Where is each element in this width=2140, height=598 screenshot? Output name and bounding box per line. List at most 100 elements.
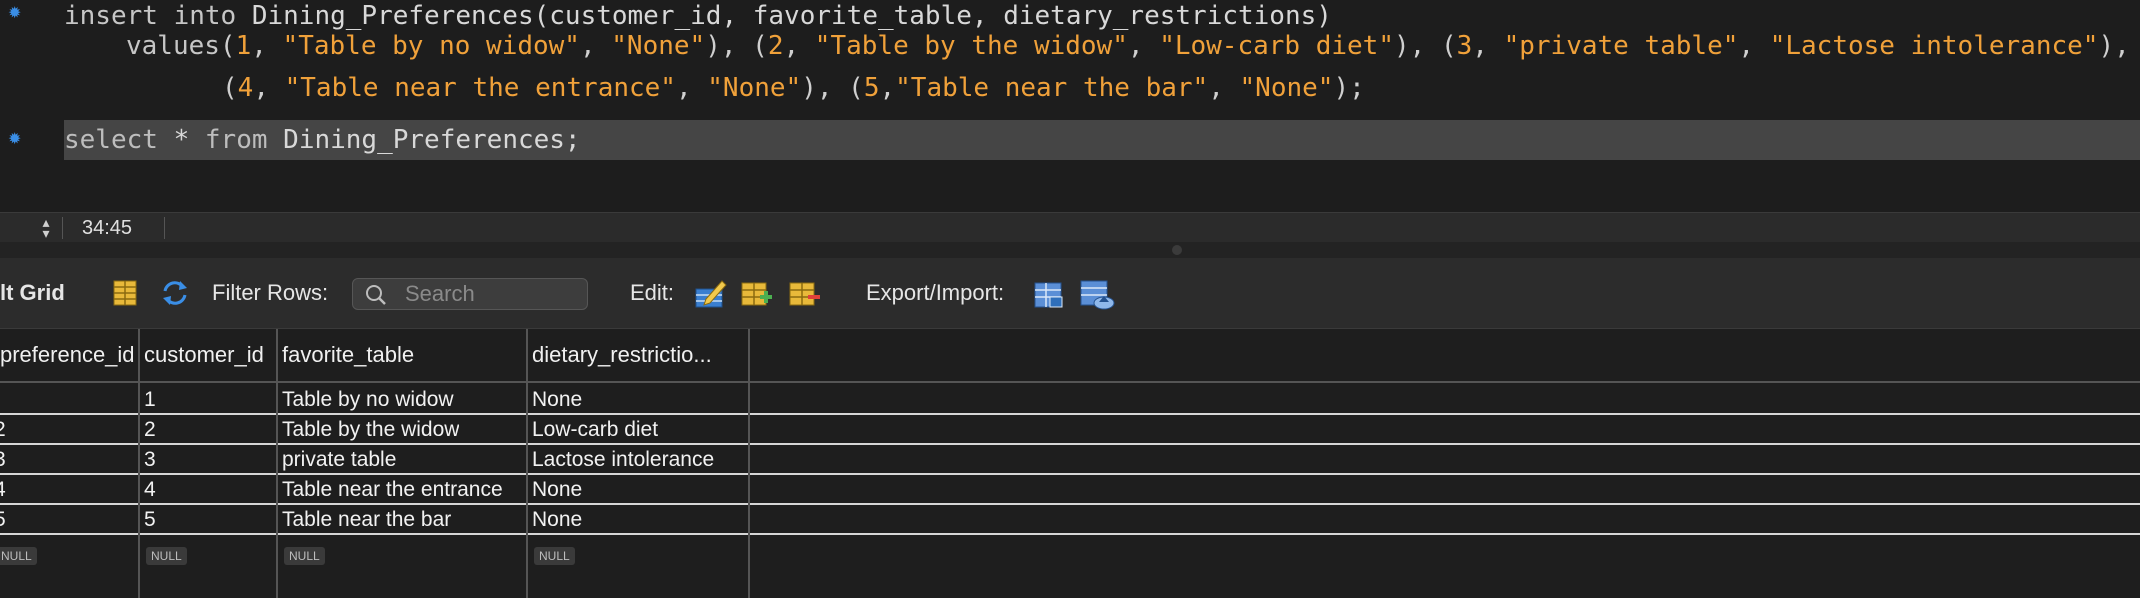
- column-header-preference-id[interactable]: preference_id: [0, 329, 136, 381]
- cell-favorite-table[interactable]: private table: [282, 445, 396, 473]
- search-input[interactable]: [403, 280, 583, 308]
- editor-status-bar: ▴ ▾ 34:45: [0, 212, 2140, 243]
- search-icon: [365, 284, 387, 306]
- code-keyword: values: [126, 31, 220, 61]
- cell-customer-id[interactable]: 2: [144, 415, 156, 443]
- column-header-customer-id[interactable]: customer_id: [144, 329, 274, 381]
- statement-marker-icon: ✹: [8, 5, 22, 22]
- null-badge: NULL: [0, 547, 37, 565]
- delete-row-icon[interactable]: [788, 279, 820, 307]
- code-punc: ),: [1394, 31, 1441, 61]
- cell-dietary-restrictions[interactable]: Low-carb diet: [532, 415, 658, 443]
- header-divider: [0, 381, 2140, 383]
- code-string: "None": [707, 73, 802, 103]
- filter-search-box[interactable]: [352, 278, 588, 310]
- cell-favorite-table[interactable]: Table near the entrance: [282, 475, 503, 503]
- table-row[interactable]: 2 2 Table by the widow Low-carb diet: [0, 415, 2140, 445]
- result-grid-tab[interactable]: lt Grid: [0, 258, 65, 328]
- code-string: "private table": [1503, 31, 1739, 61]
- code-line-3[interactable]: (4, "Table near the entrance", "None"), …: [222, 68, 1365, 108]
- code-number: 3: [1456, 31, 1473, 61]
- code-punc: ,: [675, 73, 708, 103]
- code-string: "Table near the bar": [895, 73, 1209, 103]
- refresh-icon[interactable]: [160, 279, 190, 307]
- code-punc: ,: [251, 31, 283, 61]
- code-punc: (: [222, 73, 238, 103]
- column-header-favorite-table[interactable]: favorite_table: [282, 329, 522, 381]
- null-badge: NULL: [284, 547, 325, 565]
- cell-favorite-table[interactable]: Table by no widow: [282, 385, 454, 413]
- column-divider: [276, 329, 278, 598]
- code-punc: ,: [1208, 73, 1240, 103]
- status-divider: [62, 217, 63, 239]
- result-grid[interactable]: preference_id customer_id favorite_table…: [0, 329, 2140, 598]
- edit-label: Edit:: [630, 280, 675, 305]
- cell-dietary-restrictions[interactable]: None: [532, 475, 582, 503]
- code-punc: ,: [253, 73, 285, 103]
- add-row-icon[interactable]: [740, 279, 772, 307]
- code-punc: ),: [801, 73, 849, 103]
- filter-rows-label: Filter Rows:: [212, 280, 329, 305]
- code-string: "Low-carb diet": [1159, 31, 1394, 61]
- code-string: "Table by the widow": [814, 31, 1128, 61]
- cursor-position: 34:45: [82, 217, 133, 239]
- code-punc: (: [1440, 31, 1457, 61]
- null-badge: NULL: [534, 547, 575, 565]
- column-header-dietary-restrictions[interactable]: dietary_restrictio...: [532, 329, 742, 381]
- code-punc: ,: [1127, 31, 1160, 61]
- statement-marker-icon: ✹: [8, 131, 22, 148]
- cell-dietary-restrictions[interactable]: None: [532, 505, 582, 533]
- code-line-4[interactable]: select * from Dining_Preferences;: [64, 120, 2140, 160]
- sql-editor[interactable]: ✹ insert into Dining_Preferences(custome…: [0, 0, 2140, 212]
- code-text: Dining_Preferences;: [267, 125, 581, 155]
- cell-customer-id[interactable]: 1: [144, 385, 156, 413]
- code-number: 2: [767, 31, 784, 61]
- code-punc: ),: [705, 31, 753, 61]
- code-punc: ,: [783, 31, 815, 61]
- code-string: "None": [611, 31, 706, 61]
- cell-preference-id[interactable]: 2: [0, 415, 6, 443]
- panel-splitter[interactable]: [0, 242, 2140, 258]
- code-number: 5: [863, 73, 880, 103]
- cell-dietary-restrictions[interactable]: None: [532, 385, 582, 413]
- code-string: "None": [1239, 73, 1334, 103]
- cell-favorite-table[interactable]: Table by the widow: [282, 415, 459, 443]
- code-string: "Table by no widow": [282, 31, 580, 61]
- import-icon[interactable]: [1078, 279, 1115, 310]
- code-line-2[interactable]: values(1, "Table by no widow", "None"), …: [126, 26, 2130, 66]
- code-string: "Lactose intolerance": [1769, 31, 2099, 61]
- edit-row-icon[interactable]: [694, 279, 727, 308]
- code-number: 1: [235, 31, 252, 61]
- cell-preference-id[interactable]: 5: [0, 505, 6, 533]
- cell-preference-id[interactable]: 3: [0, 445, 6, 473]
- line-stepper-icon[interactable]: ▴ ▾: [34, 215, 58, 240]
- code-punc: ,: [579, 31, 612, 61]
- code-keyword: from: [204, 125, 268, 155]
- null-badge: NULL: [146, 547, 187, 565]
- table-row[interactable]: 4 4 Table near the entrance None: [0, 475, 2140, 505]
- result-toolbar: lt Grid Filter Rows: Edit:: [0, 258, 2140, 329]
- cell-customer-id[interactable]: 4: [144, 475, 156, 503]
- cell-dietary-restrictions[interactable]: Lactose intolerance: [532, 445, 714, 473]
- table-row[interactable]: 1 Table by no widow None: [0, 385, 2140, 415]
- table-row[interactable]: 5 5 Table near the bar None: [0, 505, 2140, 535]
- code-punc: ,: [1472, 31, 1504, 61]
- table-row[interactable]: 3 3 private table Lactose intolerance: [0, 445, 2140, 475]
- splitter-handle-icon[interactable]: [1172, 245, 1182, 255]
- cell-customer-id[interactable]: 3: [144, 445, 156, 473]
- column-divider: [526, 329, 528, 598]
- code-punc: (: [848, 73, 864, 103]
- code-punc: ,: [1738, 31, 1770, 61]
- code-number: 4: [237, 73, 254, 103]
- export-import-label: Export/Import:: [866, 280, 1005, 305]
- code-punc: (: [752, 31, 768, 61]
- code-punc: );: [1333, 73, 1365, 103]
- cell-favorite-table[interactable]: Table near the bar: [282, 505, 451, 533]
- column-divider: [748, 329, 750, 598]
- cell-preference-id[interactable]: 4: [0, 475, 6, 503]
- column-divider: [138, 329, 140, 598]
- cell-customer-id[interactable]: 5: [144, 505, 156, 533]
- export-icon[interactable]: [1032, 279, 1063, 308]
- code-punc: ,: [879, 73, 896, 103]
- grid-layout-icon[interactable]: [110, 279, 140, 307]
